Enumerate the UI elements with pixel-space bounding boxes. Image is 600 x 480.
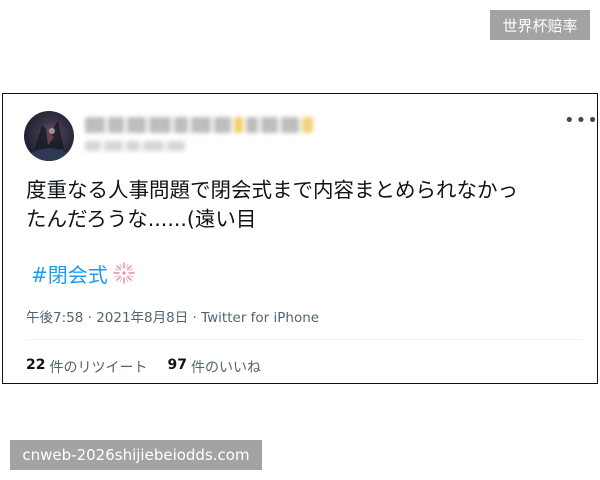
tweet-time: 午後7:58 [26,310,84,326]
display-name-redacted [85,115,313,135]
fireworks-icon [112,261,136,285]
meta-separator: · [83,310,97,326]
avatar[interactable] [24,111,74,161]
retweets-stat[interactable]: 22 件のリツイート [26,357,147,377]
more-horizontal-icon[interactable]: ••• [564,112,598,135]
tweet-stats: 22 件のリツイート 97 件のいいね [26,357,261,377]
like-label: 件のいいね [190,360,261,376]
retweet-count: 22 [26,357,46,373]
likes-stat[interactable]: 97 件のいいね [167,357,260,377]
hashtag-text[interactable]: #閉会式 [31,259,108,288]
tweet-meta: 午後7:58 · 2021年8月8日 · Twitter for iPhone [26,306,319,326]
username-redacted [85,141,185,153]
hashtag-link[interactable]: #閉会式 [31,258,136,288]
tweet-source-link[interactable]: Twitter for iPhone [201,310,319,326]
meta-separator: · [188,310,202,326]
tweet-time-link[interactable]: 午後7:58 · 2021年8月8日 [26,310,188,326]
watermark-bottom-badge: cnweb-2026shijiebeiodds.com [10,440,262,470]
watermark-top-badge: 世界杯赔率 [490,10,590,40]
tweet-text-line-1: 度重なる人事問題で閉会式まで内容まとめられなかっ [26,178,518,202]
retweet-label: 件のリツイート [49,360,148,376]
tweet-card: ••• 度重なる人事問題で閉会式まで内容まとめられなかっ たんだろうな.....… [2,93,598,384]
tweet-text-line-2: たんだろうな......(遠い目 [26,207,257,231]
avatar-image [28,121,70,161]
like-count: 97 [167,357,187,373]
tweet-date: 2021年8月8日 [96,310,189,326]
tweet-text: 度重なる人事問題で閉会式まで内容まとめられなかっ たんだろうな......(遠い… [26,176,586,234]
divider [26,339,583,340]
